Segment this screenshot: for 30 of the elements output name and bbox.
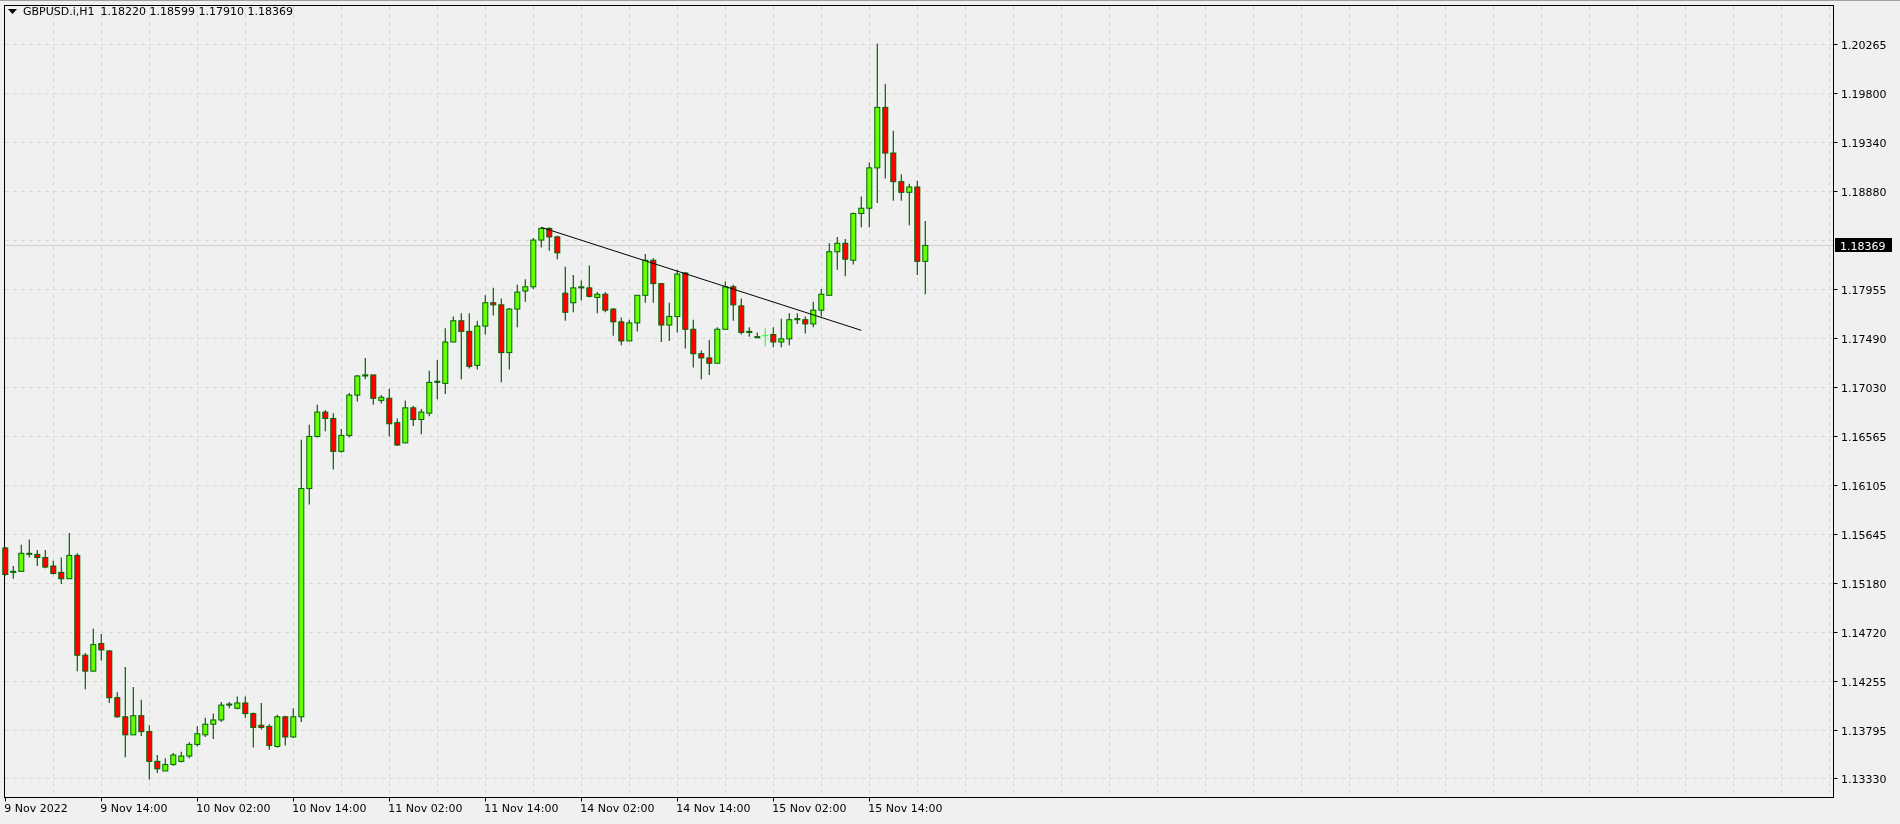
price-label: 1.13795 <box>1841 724 1887 738</box>
symbol-label: GBPUSD.i,H1 <box>23 5 95 18</box>
price-label: 1.19340 <box>1841 136 1887 150</box>
price-label: 1.17490 <box>1841 332 1887 346</box>
time-label: 15 Nov 14:00 <box>868 802 943 815</box>
time-label: 15 Nov 02:00 <box>772 802 847 815</box>
time-label: 11 Nov 14:00 <box>484 802 559 815</box>
price-label: 1.17955 <box>1841 283 1887 297</box>
trend-line[interactable] <box>540 226 862 331</box>
price-label: 1.16565 <box>1841 430 1887 444</box>
price-label: 1.16105 <box>1841 479 1887 493</box>
price-label: 1.15180 <box>1841 577 1887 591</box>
time-label: 10 Nov 02:00 <box>196 802 271 815</box>
price-label: 1.13330 <box>1841 772 1887 786</box>
price-label: 1.20265 <box>1841 38 1887 52</box>
time-label: 9 Nov 2022 <box>4 802 68 815</box>
time-label: 9 Nov 14:00 <box>100 802 168 815</box>
time-label: 10 Nov 14:00 <box>292 802 367 815</box>
price-label: 1.14255 <box>1841 675 1887 689</box>
price-label: 1.19800 <box>1841 87 1887 101</box>
time-label: 11 Nov 02:00 <box>388 802 463 815</box>
price-label: 1.17030 <box>1841 381 1887 395</box>
ohlc-values: 1.18220 1.18599 1.17910 1.18369 <box>100 5 293 18</box>
current-price-label: 1.18369 <box>1840 239 1886 253</box>
time-label: 14 Nov 14:00 <box>676 802 751 815</box>
time-label: 14 Nov 02:00 <box>580 802 655 815</box>
price-label: 1.18880 <box>1841 185 1887 199</box>
price-label: 1.14720 <box>1841 626 1887 640</box>
caret-icon[interactable] <box>8 9 17 14</box>
price-label: 1.15645 <box>1841 528 1887 542</box>
